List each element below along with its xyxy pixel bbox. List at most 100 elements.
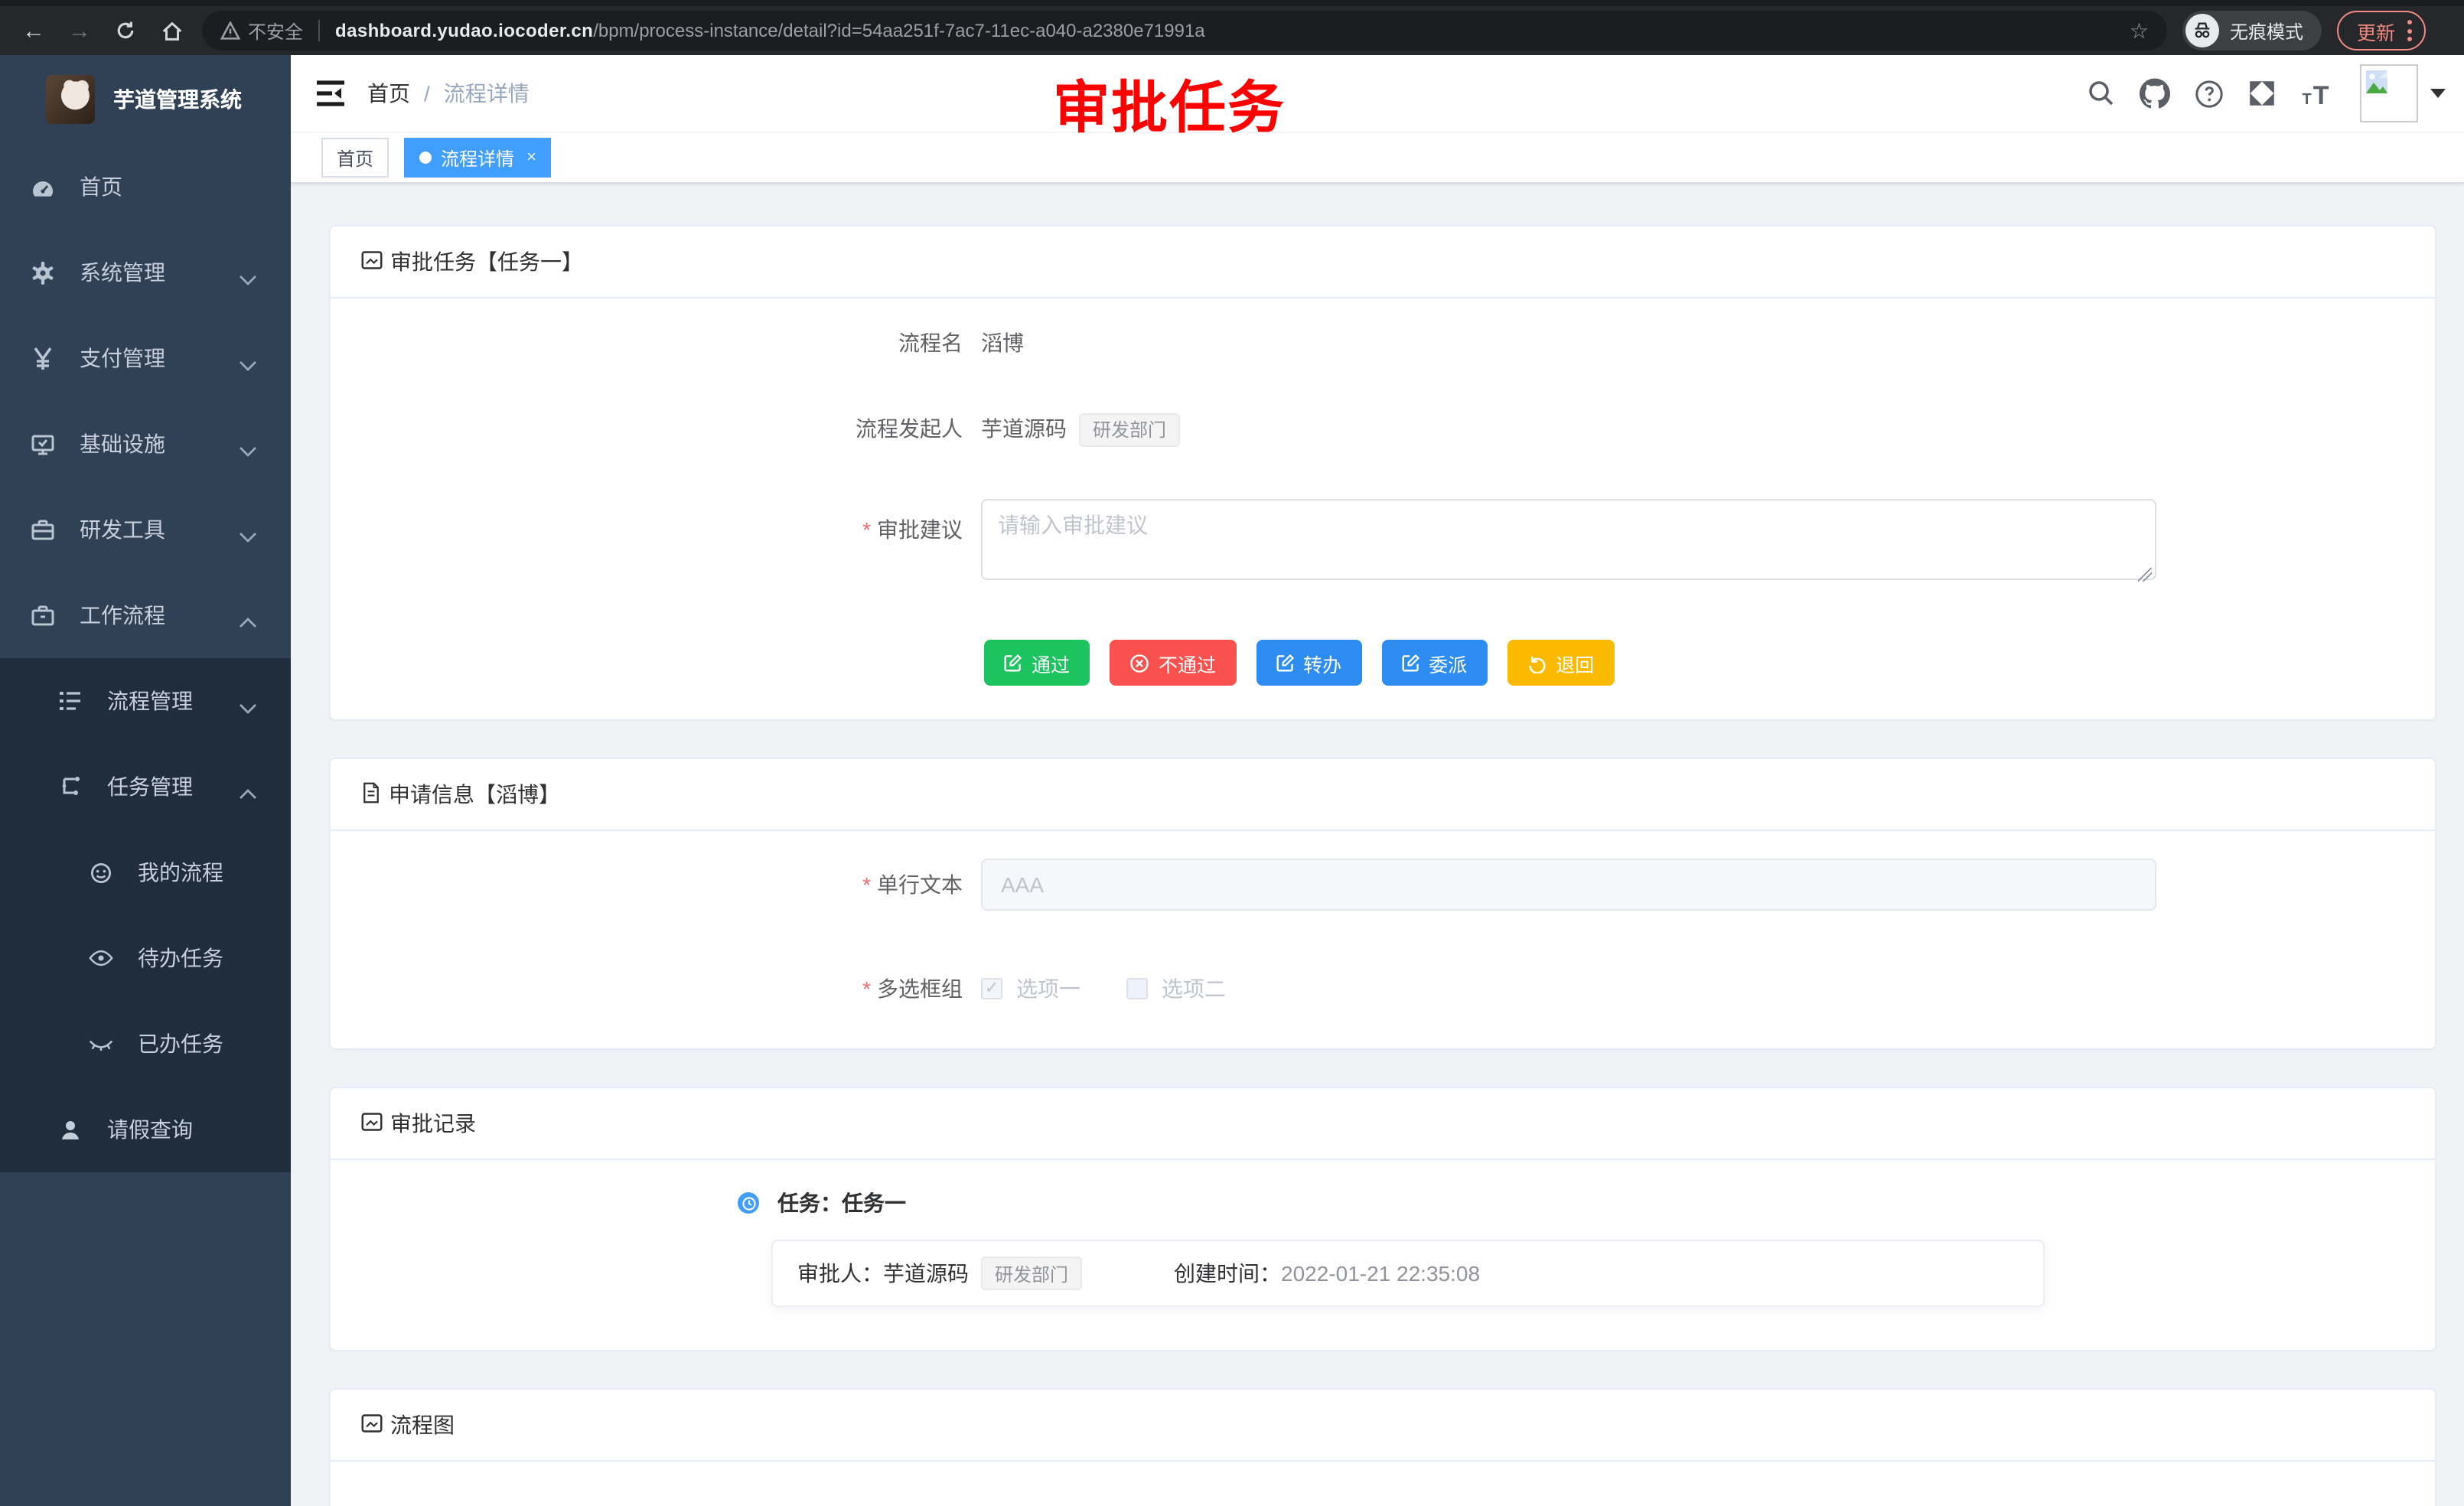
chevron-down-icon [239, 438, 257, 462]
url-bar[interactable]: 不安全 dashboard.yudao.iocoder.cn/bpm/proce… [202, 11, 2167, 51]
created-label: 创建时间： [1174, 1259, 1281, 1289]
tab-close-icon[interactable]: × [526, 148, 536, 167]
checkbox-option-1: ✓ 选项一 [981, 963, 1080, 1015]
browser-menu-icon[interactable] [2407, 20, 2412, 41]
sidebar-logo[interactable]: 芋道管理系统 [0, 55, 291, 144]
browser-update-button[interactable]: 更新 [2337, 11, 2426, 51]
sidebar-item-payment[interactable]: 支付管理 [0, 315, 291, 401]
smiley-face-icon [89, 860, 113, 885]
bookmark-star-icon[interactable]: ☆ [2130, 18, 2149, 44]
app-title: 芋道管理系统 [113, 84, 242, 115]
github-icon[interactable] [2140, 78, 2170, 109]
approval-timeline: 任务：任务一 审批人： 芋道源码 研发部门 创建时间： 2022-01-21 2… [361, 1188, 2404, 1308]
sidebar-item-devtools[interactable]: 研发工具 [0, 487, 291, 572]
sidebar-item-label: 已办任务 [138, 1028, 223, 1059]
page-root: ← → 不安全 dashboard.yudao.iocoder.cn/bpm/p… [0, 0, 2464, 1506]
sidebar-item-leave-query[interactable]: 请假查询 [0, 1087, 291, 1172]
sidebar-item-label: 工作流程 [80, 600, 165, 631]
sidebar-item-label: 系统管理 [80, 257, 165, 288]
avatar-broken-image[interactable] [2360, 64, 2418, 122]
browser-back-icon[interactable]: ← [18, 15, 49, 46]
breadcrumb: 首页 / 流程详情 [367, 78, 530, 109]
sidebar-item-todo-tasks[interactable]: 待办任务 [0, 915, 291, 1001]
yen-icon [31, 346, 55, 370]
breadcrumb-current: 流程详情 [444, 78, 530, 109]
delegate-button[interactable]: 委派 [1381, 641, 1487, 686]
gear-icon [31, 260, 55, 285]
sidebar-item-workflow[interactable]: 工作流程 [0, 572, 291, 658]
button-label: 不通过 [1159, 649, 1216, 678]
browser-forward-icon[interactable]: → [64, 15, 95, 46]
sidebar-item-label: 待办任务 [138, 943, 223, 973]
chevron-down-icon [239, 695, 257, 719]
dept-tag: 研发部门 [1079, 414, 1180, 448]
browser-home-icon[interactable] [156, 15, 187, 46]
reject-button[interactable]: 不通过 [1110, 641, 1236, 686]
dashboard-icon [31, 174, 55, 199]
sidebar-item-my-process[interactable]: 我的流程 [0, 830, 291, 915]
approver-value: 芋道源码 [883, 1259, 969, 1289]
dept-tag: 研发部门 [981, 1257, 1082, 1291]
transfer-button[interactable]: 转办 [1256, 641, 1361, 686]
checkbox-label: 选项一 [1016, 963, 1080, 1015]
warning-triangle-icon [220, 21, 240, 40]
suggestion-textarea[interactable] [981, 500, 2156, 581]
tab-label: 首页 [337, 145, 373, 171]
help-icon[interactable] [2193, 78, 2224, 109]
edit-icon [1004, 654, 1022, 673]
browser-chrome: ← → 不安全 dashboard.yudao.iocoder.cn/bpm/p… [0, 0, 2464, 55]
browser-reload-icon[interactable] [110, 15, 141, 46]
required-marker: * [862, 518, 871, 543]
checkbox-option-2: 选项二 [1126, 963, 1226, 1015]
sidebar-item-done-tasks[interactable]: 已办任务 [0, 1001, 291, 1087]
tab-label: 流程详情 [441, 145, 514, 171]
sidebar-item-process-mgmt[interactable]: 流程管理 [0, 658, 291, 744]
chevron-down-icon [239, 523, 257, 548]
annotation-title: 审批任务 [1053, 61, 1286, 144]
approver-label: 审批人： [797, 1259, 883, 1289]
sidebar-item-label: 首页 [80, 171, 122, 202]
edit-icon [1276, 654, 1294, 673]
search-icon[interactable] [2086, 78, 2117, 109]
main-area: 首页 / 流程详情 审批任务 TT [291, 55, 2464, 1506]
sidebar-item-system[interactable]: 系统管理 [0, 230, 291, 315]
eye-icon [89, 946, 113, 970]
sidebar-item-label: 我的流程 [138, 857, 223, 888]
sidebar-item-home[interactable]: 首页 [0, 144, 291, 230]
approve-task-card: 审批任务【任务一】 流程名 滔博 流程发起人 芋道源码研发部门 [329, 225, 2436, 722]
sidebar-item-infrastructure[interactable]: 基础设施 [0, 401, 291, 487]
security-warning[interactable]: 不安全 [220, 18, 303, 44]
initiator-label: 流程发起人 [361, 412, 981, 445]
sidebar-fold-icon[interactable] [315, 78, 346, 109]
required-marker: * [862, 873, 871, 898]
tab-home[interactable]: 首页 [321, 138, 389, 178]
caret-down-icon[interactable] [2430, 89, 2446, 98]
font-size-icon[interactable]: TT [2300, 78, 2331, 109]
tags-view-bar: 首页 流程详情 × [291, 132, 2464, 184]
task-title: 任务：任务一 [777, 1188, 906, 1219]
card-title: 审批任务【任务一】 [390, 246, 583, 277]
process-diagram-card: 流程图 [329, 1389, 2436, 1506]
button-label: 委派 [1429, 649, 1467, 678]
initiator-value: 芋道源码 [981, 416, 1067, 441]
picture-frame-icon [361, 1111, 383, 1137]
chevron-down-icon [239, 352, 257, 376]
document-icon [361, 782, 381, 808]
sidebar: 芋道管理系统 首页 系统管理 支付管理 基础设施 [0, 55, 291, 1506]
approve-button[interactable]: 通过 [984, 641, 1090, 686]
record-detail-card: 审批人： 芋道源码 研发部门 创建时间： 2022-01-21 22:35:08 [771, 1240, 2045, 1308]
top-navbar: 首页 / 流程详情 审批任务 TT [291, 55, 2464, 132]
button-label: 退回 [1556, 649, 1594, 678]
user-icon [58, 1117, 83, 1142]
textarea-resize-handle[interactable] [2138, 569, 2152, 582]
fullscreen-icon[interactable] [2247, 78, 2277, 109]
return-button[interactable]: 退回 [1507, 641, 1614, 686]
sidebar-item-label: 流程管理 [107, 686, 193, 716]
breadcrumb-home[interactable]: 首页 [367, 78, 410, 109]
sidebar-item-task-mgmt[interactable]: 任务管理 [0, 744, 291, 830]
button-label: 转办 [1303, 649, 1341, 678]
text-field-label: 单行文本 [877, 873, 963, 898]
tab-process-detail[interactable]: 流程详情 × [404, 138, 552, 178]
card-title: 申请信息【滔博】 [389, 780, 560, 810]
list-tree-icon [58, 689, 83, 713]
